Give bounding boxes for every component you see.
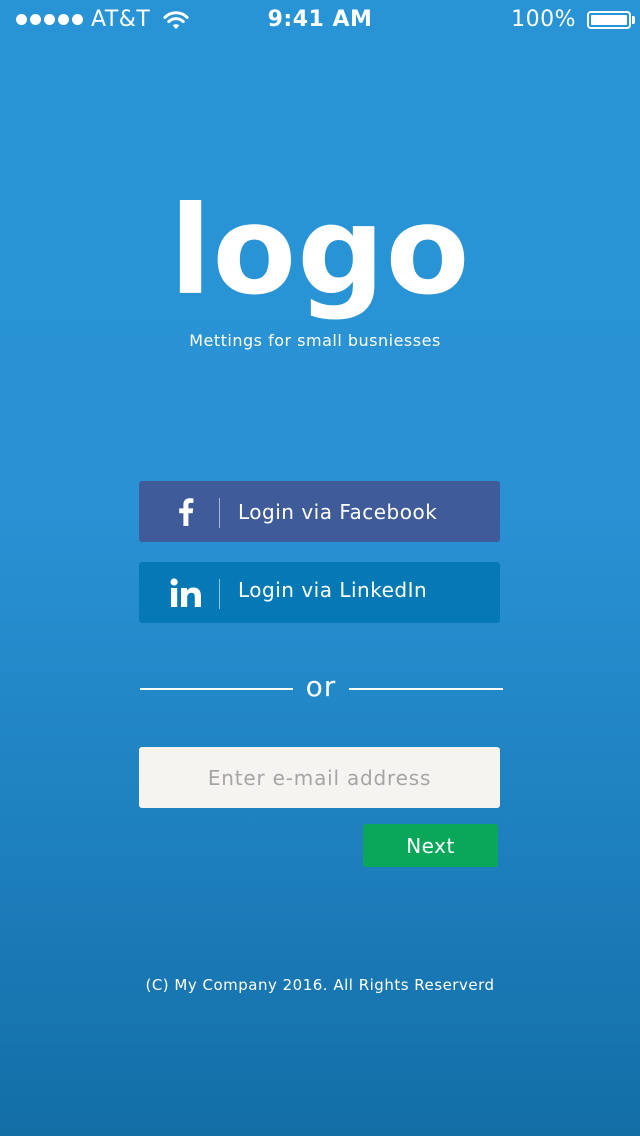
next-button[interactable]: Next bbox=[363, 824, 498, 867]
separator-line-right bbox=[349, 688, 503, 690]
battery-percentage: 100% bbox=[511, 7, 576, 32]
or-separator: or bbox=[140, 668, 503, 708]
app-logo: logo bbox=[169, 180, 471, 322]
separator-line-left bbox=[140, 688, 293, 690]
app-tagline: Mettings for small busniesses bbox=[189, 331, 441, 350]
login-facebook-label: Login via Facebook bbox=[238, 500, 438, 524]
login-facebook-button[interactable]: Login via Facebook bbox=[139, 481, 500, 542]
email-input[interactable] bbox=[139, 747, 500, 808]
button-divider bbox=[219, 579, 220, 609]
button-divider bbox=[219, 498, 220, 528]
status-bar: AT&T 9:41 AM 100% bbox=[0, 0, 640, 40]
login-linkedin-label: Login via LinkedIn bbox=[238, 578, 428, 602]
or-text: or bbox=[305, 670, 337, 703]
battery-icon bbox=[587, 11, 635, 29]
copyright-text: (C) My Company 2016. All Rights Reserver… bbox=[145, 976, 495, 994]
login-linkedin-button[interactable]: Login via LinkedIn bbox=[139, 562, 500, 623]
